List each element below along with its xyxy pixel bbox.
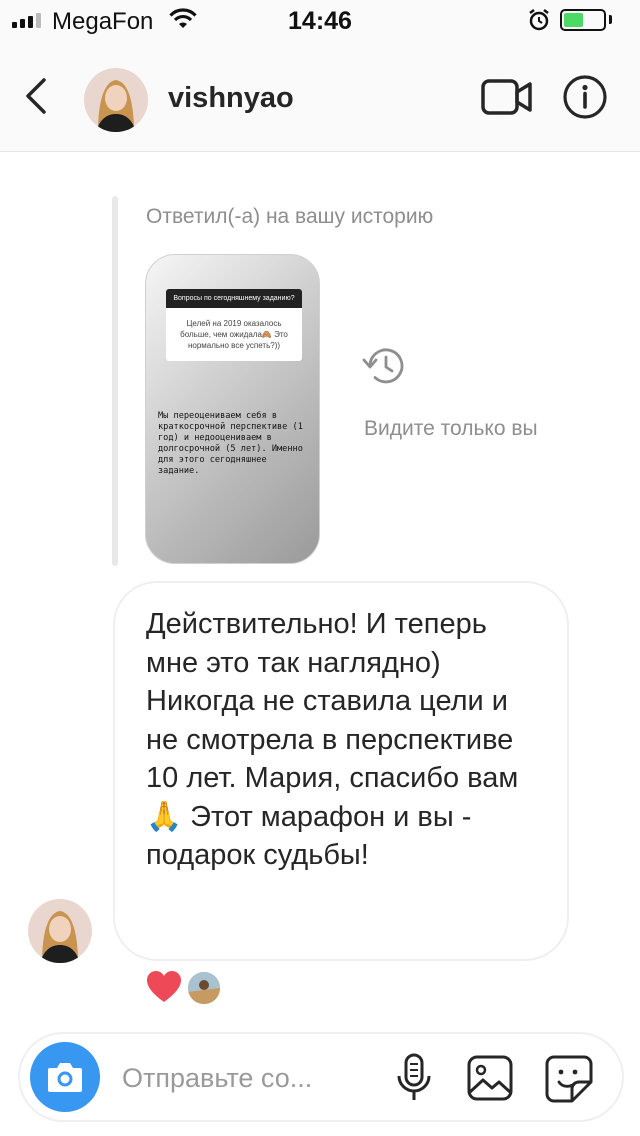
reactor-avatar[interactable]	[186, 970, 222, 1006]
story-answer-text: Мы переоцениваем себя в краткосрочной пе…	[158, 411, 303, 476]
alarm-icon	[528, 8, 550, 37]
reply-indicator-bar	[112, 196, 118, 566]
video-call-icon[interactable]	[480, 78, 534, 121]
heart-icon[interactable]	[146, 970, 182, 1009]
story-question-text: Целей на 2019 оказалось больше, чем ожид…	[180, 319, 288, 350]
microphone-icon[interactable]	[394, 1052, 434, 1109]
visibility-note: Видите только вы	[364, 417, 538, 440]
status-bar: MegaFon 14:46	[0, 0, 640, 40]
sticker-icon[interactable]	[544, 1054, 594, 1109]
message-input[interactable]	[122, 1056, 372, 1100]
header-avatar[interactable]	[84, 68, 148, 132]
history-icon	[360, 344, 406, 393]
info-icon[interactable]	[562, 74, 608, 125]
chat-header: vishnyao	[0, 40, 640, 152]
camera-icon	[48, 1063, 82, 1092]
message-text: Действительно! И теперь мне это так нагл…	[146, 608, 519, 871]
story-preview[interactable]: Вопросы по сегодняшнему заданию? Целей н…	[145, 254, 320, 564]
story-reply-label: Ответил(-а) на вашу историю	[146, 205, 434, 228]
camera-button[interactable]	[30, 1042, 100, 1112]
battery-icon	[560, 9, 606, 31]
message-composer	[18, 1032, 624, 1122]
back-chevron-icon[interactable]	[18, 74, 58, 118]
gallery-icon[interactable]	[466, 1054, 514, 1107]
chat-username[interactable]: vishnyao	[168, 82, 294, 115]
story-question-header: Вопросы по сегодняшнему заданию?	[166, 289, 302, 308]
story-question-box: Вопросы по сегодняшнему заданию? Целей н…	[166, 289, 302, 361]
battery-tip	[609, 15, 612, 24]
message-bubble[interactable]: Действительно! И теперь мне это так нагл…	[113, 581, 569, 961]
sender-avatar[interactable]	[28, 899, 92, 963]
